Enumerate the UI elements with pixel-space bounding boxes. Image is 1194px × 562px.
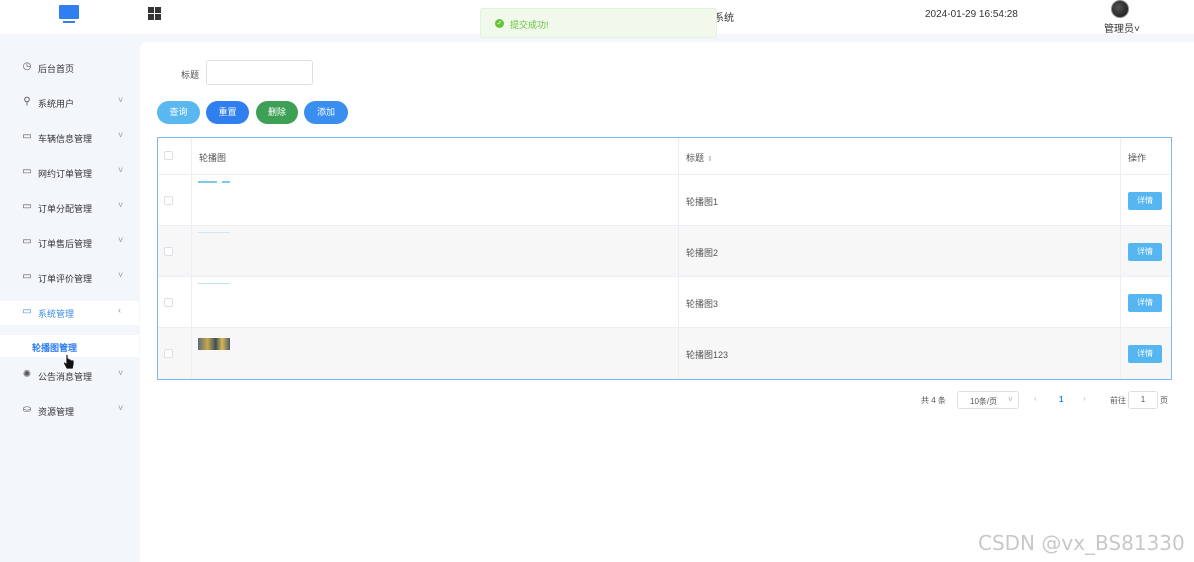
goto-label: 前往 <box>1110 396 1126 405</box>
add-button[interactable]: 添加 <box>304 101 348 124</box>
sidebar-item-system-users[interactable]: ⚲ 系统用户 ˅ <box>0 91 139 115</box>
chevron-down-icon: ˅ <box>1008 395 1013 404</box>
detail-button[interactable]: 详情 <box>1128 243 1162 261</box>
folder-icon: ▭ <box>22 306 32 317</box>
user-icon: ⚲ <box>23 96 31 107</box>
sidebar-item-resources[interactable]: ⛀ 资源管理 ˅ <box>0 399 139 423</box>
select-all-checkbox[interactable] <box>164 151 173 160</box>
sidebar-item-label: 资源管理 <box>38 407 75 417</box>
sidebar-item-after-sales[interactable]: ▭ 订单售后管理 ˅ <box>0 231 139 255</box>
detail-button[interactable]: 详情 <box>1128 294 1162 312</box>
column-header-title[interactable]: 标题 ⇕ <box>686 151 713 164</box>
goto-page-input[interactable]: 1 <box>1128 391 1158 409</box>
sidebar-item-label: 系统管理 <box>38 309 75 319</box>
chevron-left-icon: ‹ <box>118 305 121 315</box>
monitor-logo-icon[interactable] <box>58 5 80 24</box>
carousel-thumbnail[interactable] <box>198 181 230 183</box>
sort-icon[interactable]: ⇕ <box>707 156 713 163</box>
sidebar-item-vehicle-info[interactable]: ▭ 车辆信息管理 ˅ <box>0 126 139 150</box>
card-icon: ▭ <box>22 166 32 177</box>
sidebar-item-label: 订单评价管理 <box>38 274 93 284</box>
sparkle-icon: ✺ <box>22 369 32 380</box>
card-icon: ▭ <box>22 271 32 282</box>
current-datetime: 2024-01-29 16:54:28 <box>925 9 1018 20</box>
page-size-value: 10条/页 <box>970 397 998 406</box>
sidebar-item-order-assign[interactable]: ▭ 订单分配管理 ˅ <box>0 196 139 220</box>
sidebar-item-ride-orders[interactable]: ▭ 网约订单管理 ˅ <box>0 161 139 185</box>
check-circle-icon: ✓ <box>495 19 504 28</box>
chevron-down-icon: ˅ <box>118 130 124 140</box>
clock-icon: ◷ <box>22 61 32 72</box>
table-row: 轮播图3 详情 <box>158 277 1171 328</box>
sidebar-item-system-management[interactable]: ▭ 系统管理 ‹ <box>0 301 139 325</box>
reset-button[interactable]: 重置 <box>206 101 249 124</box>
page-number[interactable]: 1 <box>1059 395 1063 413</box>
row-checkbox[interactable] <box>164 349 173 358</box>
table-header: 轮播图 标题 ⇕ 操作 <box>158 138 1171 175</box>
sidebar-item-label: 网约订单管理 <box>38 169 93 179</box>
system-title: 系统 <box>714 13 734 24</box>
success-toast: ✓ 提交成功! <box>480 8 717 38</box>
sidebar-subitem-label: 轮播图管理 <box>32 343 78 353</box>
card-icon: ▭ <box>22 201 32 212</box>
chevron-down-icon: ˅ <box>118 95 124 105</box>
column-header-image: 轮播图 <box>199 153 227 163</box>
sidebar-item-order-reviews[interactable]: ▭ 订单评价管理 ˅ <box>0 266 139 290</box>
sidebar-item-label: 公告消息管理 <box>38 372 93 382</box>
chevron-down-icon: ˅ <box>118 270 124 280</box>
row-title: 轮播图3 <box>686 299 719 309</box>
detail-button[interactable]: 详情 <box>1128 192 1162 210</box>
sidebar-item-label: 订单分配管理 <box>38 204 93 214</box>
menu-grid-icon[interactable] <box>148 7 161 20</box>
toast-message: 提交成功! <box>510 20 549 30</box>
page-size-select[interactable]: 10条/页 ˅ <box>957 391 1019 409</box>
sidebar-item-label: 车辆信息管理 <box>38 134 93 144</box>
chevron-down-icon: ˅ <box>118 403 124 413</box>
carousel-thumbnail[interactable] <box>198 338 230 350</box>
row-title: 轮播图2 <box>686 248 719 258</box>
row-checkbox[interactable] <box>164 298 173 307</box>
user-menu[interactable]: 管理员˅ <box>1104 20 1140 35</box>
row-checkbox[interactable] <box>164 196 173 205</box>
carousel-thumbnail[interactable] <box>198 283 230 284</box>
data-table: 轮播图 标题 ⇕ 操作 轮播图1 详情 轮播图2 详情 轮播图3 详情 轮播图12… <box>157 137 1172 380</box>
query-button[interactable]: 查询 <box>157 101 200 124</box>
next-page-icon[interactable]: › <box>1083 394 1086 412</box>
user-avatar[interactable] <box>1111 0 1129 18</box>
chevron-down-icon: ˅ <box>1134 24 1140 35</box>
user-name: 管理员 <box>1104 24 1134 35</box>
row-title: 轮播图123 <box>686 350 729 360</box>
column-header-title-text: 标题 <box>686 153 705 163</box>
card-icon: ▭ <box>22 131 32 142</box>
title-search-input[interactable] <box>206 60 313 85</box>
chevron-down-icon: ˅ <box>118 165 124 175</box>
goto-unit: 页 <box>1160 396 1168 405</box>
sidebar-item-label: 后台首页 <box>38 64 75 74</box>
watermark: CSDN @vx_BS81330 <box>978 531 1185 555</box>
database-icon: ⛀ <box>22 404 32 415</box>
carousel-thumbnail[interactable] <box>198 232 230 233</box>
prev-page-icon[interactable]: ‹ <box>1034 394 1037 412</box>
search-label: 标题 <box>181 70 200 80</box>
sidebar-item-label: 订单售后管理 <box>38 239 93 249</box>
sidebar-item-announcements[interactable]: ✺ 公告消息管理 ˅ <box>0 364 139 388</box>
table-row: 轮播图1 详情 <box>158 175 1171 226</box>
table-row: 轮播图2 详情 <box>158 226 1171 277</box>
pagination-total: 共 4 条 <box>921 396 946 405</box>
card-icon: ▭ <box>22 236 32 247</box>
row-title: 轮播图1 <box>686 197 719 207</box>
sidebar-item-home[interactable]: ◷ 后台首页 <box>0 56 139 80</box>
table-row: 轮播图123 详情 <box>158 328 1171 379</box>
row-checkbox[interactable] <box>164 247 173 256</box>
detail-button[interactable]: 详情 <box>1128 345 1162 363</box>
chevron-down-icon: ˅ <box>118 235 124 245</box>
chevron-down-icon: ˅ <box>118 200 124 210</box>
delete-button[interactable]: 删除 <box>256 101 298 124</box>
sidebar-item-label: 系统用户 <box>38 99 75 109</box>
column-header-actions: 操作 <box>1128 153 1147 163</box>
chevron-down-icon: ˅ <box>118 368 124 378</box>
